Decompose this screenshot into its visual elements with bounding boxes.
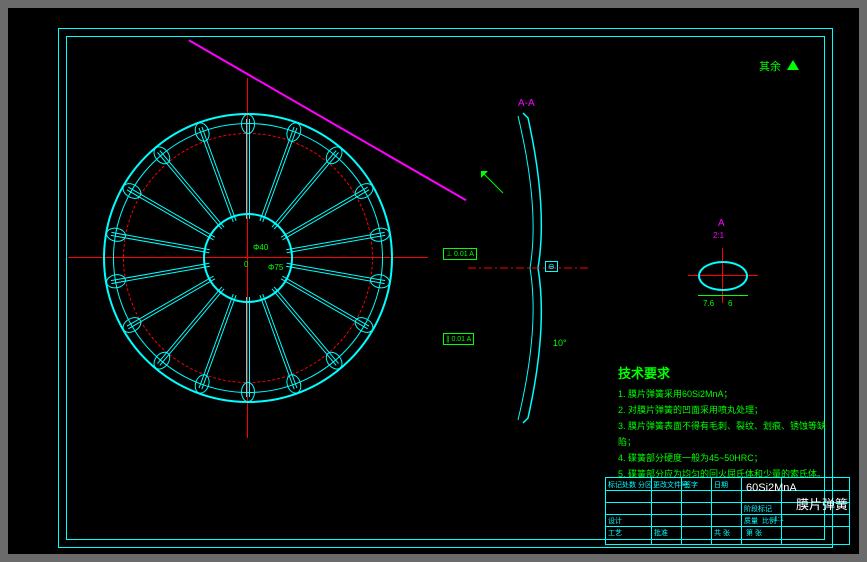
- roughness-marker: 其余: [759, 58, 799, 74]
- detail-label: A: [718, 218, 725, 229]
- spring-finger: [246, 297, 250, 397]
- spring-finger: [246, 119, 250, 219]
- section-view: A-A ⊖ ⊥ 0.01 A ∥ 0.01 A 10°: [468, 108, 588, 428]
- notes-title: 技术要求: [618, 363, 826, 382]
- cad-canvas[interactable]: 其余 Φ40 Φ75 0: [8, 8, 859, 554]
- tb-partname: 膜片弹簧: [796, 494, 848, 513]
- surface-leader: [478, 168, 508, 198]
- tb-rev: 标记处数 分区: [608, 480, 652, 490]
- notes-line: 3. 膜片弹簧表面不得有毛刺、裂纹、划痕、锈蚀等缺: [618, 418, 826, 434]
- section-profile: [468, 108, 588, 428]
- notes-line: 4. 碟簧部分硬度一般为45~50HRC；: [618, 450, 826, 466]
- tb-total: 共 张: [714, 528, 730, 538]
- detail-dim-line: [698, 295, 748, 296]
- dim-d1: Φ40: [253, 243, 268, 252]
- notes-line: 1. 膜片弹簧采用60Si2MnA；: [618, 386, 826, 402]
- detail-dim-w: 7.6: [703, 299, 714, 308]
- tb-col2: 签字: [684, 480, 698, 490]
- inner-circle: [203, 213, 293, 303]
- tb-mass: 质量: [744, 516, 758, 526]
- tb-stage: 阶段标记: [744, 504, 772, 514]
- roughness-label: 其余: [759, 61, 781, 73]
- detail-ellipse: [698, 261, 748, 291]
- detail-dim-h: 6: [728, 299, 732, 308]
- surface-finish-icon: [787, 60, 799, 70]
- dim-d2: Φ75: [268, 263, 283, 272]
- tb-material: 60Si2MnA: [746, 482, 797, 494]
- tb-scale-val: 1:1: [774, 516, 784, 523]
- tolerance-frame-2: ∥ 0.01 A: [443, 333, 474, 345]
- tb-row-design: 设计: [608, 516, 622, 526]
- tb-col3: 日期: [714, 480, 728, 490]
- datum-symbol: ⊖: [545, 261, 558, 272]
- dim-datum: 0: [244, 260, 248, 269]
- angle-dim: 10°: [553, 338, 567, 348]
- finger-hole: [241, 114, 255, 134]
- front-view: Φ40 Φ75 0: [98, 108, 398, 408]
- tolerance-frame-1: ⊥ 0.01 A: [443, 248, 477, 260]
- detail-view: A 2:1 7.6 6: [688, 253, 758, 298]
- tb-col1: 更改文件号: [653, 480, 688, 490]
- title-block: 标记处数 分区 更改文件号 签字 日期 60Si2MnA 膜片弹簧 阶段标记 质…: [605, 477, 850, 545]
- detail-scale: 2:1: [713, 231, 724, 240]
- notes-line: 2. 对膜片弹簧的凹面采用喷丸处理；: [618, 402, 826, 418]
- tb-row-check: 工艺: [608, 528, 622, 538]
- tb-page: 第 张: [746, 528, 762, 538]
- technical-requirements: 技术要求 1. 膜片弹簧采用60Si2MnA； 2. 对膜片弹簧的凹面采用喷丸处…: [618, 363, 826, 482]
- notes-line: 陷；: [618, 434, 826, 450]
- finger-hole: [241, 382, 255, 402]
- tb-row-approve: 批准: [654, 528, 668, 538]
